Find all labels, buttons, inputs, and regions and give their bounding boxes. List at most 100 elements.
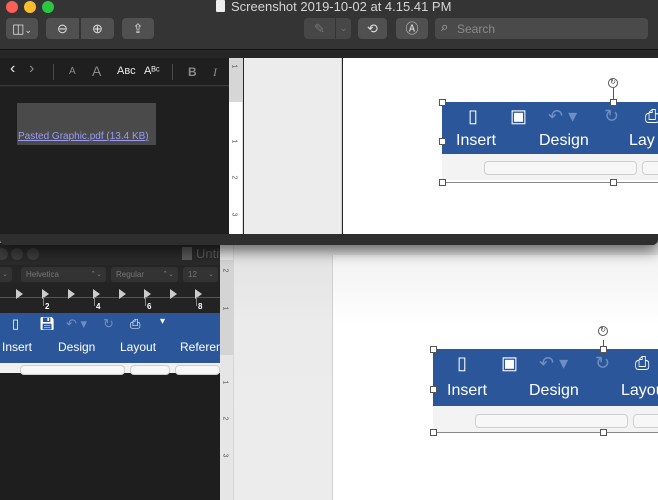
sidebar-icon: ◫ <box>12 21 25 36</box>
ribbon-tab-references: Referen <box>180 340 220 354</box>
tab-stop[interactable] <box>16 289 23 299</box>
tab-stop[interactable] <box>68 289 75 299</box>
page-image: ↻ ▯ ▣ ↶ ▾ ↻ ⎙ Insert Design Lay <box>343 58 658 234</box>
paragraph-style-popup[interactable]: ⌄ <box>0 267 12 282</box>
save-icon: ▣ <box>510 106 528 126</box>
undo-icon: ↶ ▾ <box>539 353 569 373</box>
ruler-number: 1 <box>230 139 238 144</box>
superscript-icon: Aᴮᶜ <box>144 65 160 77</box>
zoom-in-button[interactable]: ⊕ <box>81 18 114 39</box>
ruler-number: 1 <box>230 64 238 69</box>
resize-handle <box>610 99 617 106</box>
embedded-ribbon-image[interactable]: ▯ ▣ ↶ ▾ ↻ ⎙ Insert Design Layou <box>433 349 658 406</box>
font-size-value: 12 <box>188 270 197 279</box>
save-icon: 💾︎ <box>39 316 56 331</box>
tab-stop[interactable] <box>119 289 126 299</box>
rotate-handle[interactable]: ↻ <box>598 326 608 336</box>
titlebar: Screenshot 2019-10-02 at 4.15.41 PM ◫⌄ ⊖… <box>0 0 658 50</box>
sidebar-toggle-button[interactable]: ◫⌄ <box>6 18 38 39</box>
tab-stop[interactable] <box>170 289 177 299</box>
back-zoom-button[interactable] <box>27 248 39 260</box>
zoom-in-icon: ⊕ <box>92 21 103 36</box>
pen-menu-button[interactable]: ⌄ <box>336 18 351 39</box>
close-button[interactable] <box>6 1 18 13</box>
rotate-icon: ⟲ <box>367 21 378 36</box>
search-field[interactable]: ⌕ <box>435 18 648 39</box>
attachment-link[interactable]: Pasted Graphic.pdf (13.4 KB) <box>18 131 149 142</box>
font-family-popup[interactable]: Helvetica ⌃⌄ <box>21 267 106 282</box>
markup-toolbar-button[interactable]: Ⓐ <box>396 18 428 39</box>
share-button[interactable]: ⇪ <box>122 18 154 39</box>
print-icon: ⎙ <box>130 316 141 331</box>
print-icon: ⎙ <box>645 106 658 126</box>
resize-handle <box>610 179 617 186</box>
customize-icon: ▾ <box>160 316 166 327</box>
horizontal-ruler[interactable]: 2 4 6 8 <box>0 283 220 313</box>
rotate-button[interactable]: ⟲ <box>358 18 387 39</box>
forward-arrow-icon: › <box>29 60 35 77</box>
redo-icon: ↻ <box>103 316 114 331</box>
preview-window: Screenshot 2019-10-02 at 4.15.41 PM ◫⌄ ⊖… <box>0 0 658 245</box>
redo-icon: ↻ <box>595 353 611 373</box>
zoom-button[interactable] <box>42 1 54 13</box>
textedit-window-back: Untit ⌄ Helvetica ⌃⌄ Regular ⌃⌄ 12 ⌄ 2 4 6 … <box>0 243 658 500</box>
ruler-number: 1 <box>221 306 229 311</box>
chevron-down-icon: ⌄ <box>339 23 348 33</box>
embedded-tab-design: Design <box>529 382 579 399</box>
italic-icon: I <box>213 65 217 79</box>
embedded-tab-insert: Insert <box>456 132 497 149</box>
font-style-popup[interactable]: Regular ⌃⌄ <box>111 267 178 282</box>
editor-area-image: Pasted Graphic.pdf (13.4 KB) <box>0 87 229 234</box>
markup-pen-button[interactable]: ✎ <box>304 18 335 39</box>
sidebar-doc-icon: ▯ <box>457 353 467 373</box>
ribbon-subbar-image <box>0 363 220 375</box>
font-smaller-icon: A <box>69 66 76 77</box>
ruler-number: 2 <box>221 416 229 421</box>
resize-handle[interactable] <box>600 346 607 353</box>
resize-handle[interactable] <box>430 386 437 393</box>
share-icon: ⇪ <box>132 21 144 36</box>
font-larger-icon: A <box>92 63 102 79</box>
small-caps-icon: Aʙᴄ <box>117 65 136 77</box>
back-minimize-button[interactable] <box>11 248 23 260</box>
embedded-tab-design: Design <box>539 132 589 149</box>
embedded-tab-insert: Insert <box>447 382 488 399</box>
window-title-text: Screenshot 2019-10-02 at 4.15.41 PM <box>231 0 452 14</box>
canvas-image <box>244 58 342 234</box>
embedded-subbar <box>442 154 658 180</box>
undo-icon: ↶ ▾ <box>66 316 88 331</box>
resize-handle[interactable] <box>430 429 437 436</box>
resize-handle[interactable] <box>430 346 437 353</box>
document-page[interactable]: ↻ ▯ ▣ ↶ ▾ ↻ ⎙ Insert Design Layou <box>332 255 658 500</box>
vertical-ruler[interactable]: 2 1 1 2 3 <box>220 243 234 500</box>
font-size-popup[interactable]: 12 ⌄ <box>183 267 218 282</box>
resize-handle[interactable] <box>600 429 607 436</box>
ruler-number: 3 <box>221 453 229 458</box>
embedded-tab-layout: Layou <box>621 382 658 399</box>
search-input[interactable] <box>457 18 642 39</box>
ruler-number: 1 <box>221 380 229 385</box>
font-style-value: Regular <box>116 270 145 279</box>
back-close-button[interactable] <box>0 248 8 260</box>
minimize-button[interactable] <box>24 1 36 13</box>
ruler-number: 2 <box>45 302 50 311</box>
back-arrow-icon: ‹ <box>10 60 16 77</box>
document-icon <box>216 0 225 12</box>
zoom-out-icon: ⊖ <box>57 21 68 36</box>
embedded-ribbon-image: ▯ ▣ ↶ ▾ ↻ ⎙ Insert Design Lay <box>442 102 658 154</box>
ruler-number: 4 <box>96 302 101 311</box>
ruler-number: 2 <box>221 268 229 273</box>
resize-handle <box>439 99 446 106</box>
back-format-toolbar: ⌄ Helvetica ⌃⌄ Regular ⌃⌄ 12 ⌄ <box>0 265 220 283</box>
word-ribbon-image: ▯ 💾︎ ↶ ▾ ↻ ⎙ ▾ Insert Design Layout Refe… <box>0 313 220 363</box>
attachment-thumbnail[interactable]: Pasted Graphic.pdf (13.4 KB) <box>17 103 156 145</box>
window-title: Screenshot 2019-10-02 at 4.15.41 PM <box>216 0 451 14</box>
embedded-subbar <box>433 406 658 432</box>
undo-icon: ↶ ▾ <box>548 106 578 126</box>
pen-icon: ✎ <box>314 21 325 36</box>
zoom-out-button[interactable]: ⊖ <box>46 18 79 39</box>
sidebar-doc-icon: ▯ <box>12 316 20 331</box>
chevron-down-icon: ⌄ <box>24 25 32 35</box>
redo-icon: ↻ <box>604 106 620 126</box>
window-bottom-edge <box>0 234 658 245</box>
